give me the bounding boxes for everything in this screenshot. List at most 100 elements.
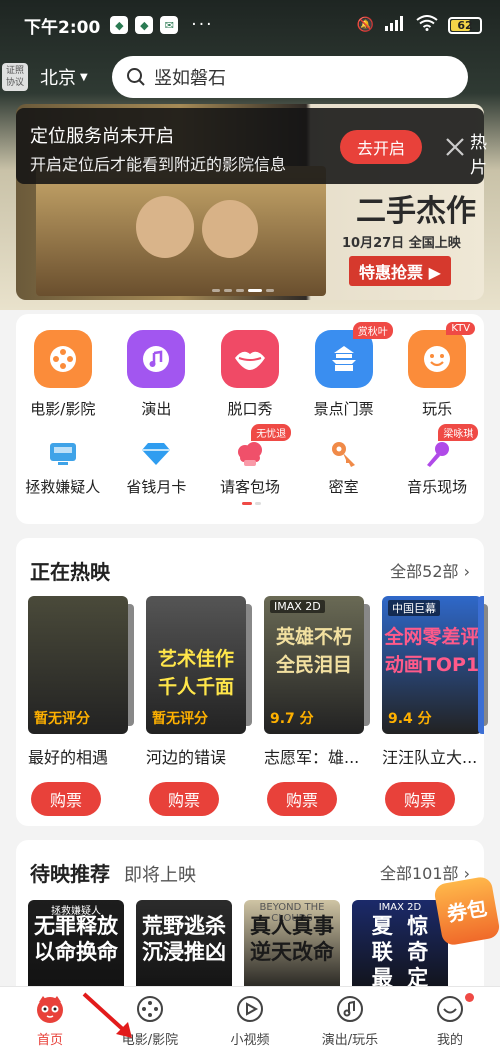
- banner-actor-image: [136, 196, 194, 258]
- poster-caption: 艺术佳作: [157, 648, 234, 670]
- poster-caption: 联 奇: [371, 940, 429, 964]
- category-pager: [242, 502, 261, 505]
- category-item-4[interactable]: 景点门票 赏秋叶: [297, 322, 393, 419]
- poster-caption: 动画TOP1: [384, 654, 480, 676]
- status-bar: 下午2:00 ◆ ◆ ✉ ··· 🔕 62: [0, 0, 500, 50]
- buy-ticket-button[interactable]: 购票: [149, 782, 219, 816]
- close-icon[interactable]: [444, 136, 466, 158]
- play-icon: [234, 993, 266, 1025]
- movie-poster[interactable]: 暂无评分: [28, 596, 128, 734]
- movie-poster[interactable]: 中国巨幕 全网零差评 动画TOP1 9.4 分: [382, 596, 482, 734]
- category-tag: 赏秋叶: [352, 322, 393, 339]
- poster-stack-shadow: [364, 604, 370, 726]
- nav-item-4[interactable]: 演出/玩乐: [300, 987, 400, 1050]
- movie-item[interactable]: 艺术佳作 千人千面 暂无评分 河边的错误 购票: [146, 596, 252, 816]
- category-item-row2-2[interactable]: 省钱月卡: [110, 438, 204, 497]
- now-showing-more-link[interactable]: 全部52部 ›: [390, 558, 470, 582]
- movie-name: 汪汪队立大...: [382, 748, 478, 767]
- upcoming-card: 待映推荐 即将上映 全部101部 › 拯救嫌疑人 无罪释放 以命换命 荒野逃杀 沉浸推凶…: [16, 840, 484, 1000]
- search-placeholder: 竖如磐石: [154, 68, 226, 89]
- category-label: 景点门票: [313, 400, 374, 418]
- buy-ticket-button[interactable]: 购票: [31, 782, 101, 816]
- category-tag: 梁咏琪: [438, 424, 479, 441]
- movie-item[interactable]: IMAX 2D 英雄不朽 全民泪目 9.7 分 志愿军：雄... 购票: [264, 596, 370, 816]
- bottom-navigation: 首页 电影/影院 小视频 演出/玩乐 我的: [0, 986, 500, 1050]
- category-tag: KTV: [446, 322, 476, 335]
- coupon-pack-button[interactable]: 券包: [433, 875, 500, 947]
- nav-label: 首页: [36, 1033, 63, 1048]
- category-item-row2-3[interactable]: 请客包场 无忧退: [203, 424, 297, 497]
- category-item-row2-4[interactable]: 密室: [297, 438, 391, 497]
- upcoming-poster[interactable]: IMAX 2D 夏 惊联 奇最 定: [352, 900, 448, 1000]
- movie-poster[interactable]: 艺术佳作千人千面 暂无评分: [146, 596, 246, 734]
- buy-ticket-button[interactable]: 购票: [385, 782, 455, 816]
- buy-ticket-button[interactable]: 购票: [267, 782, 337, 816]
- poster-caption: 真人真事: [250, 914, 334, 938]
- key-icon: [327, 438, 361, 470]
- category-item-2[interactable]: 演出: [110, 330, 204, 419]
- poster-caption: 沉浸推凶: [142, 940, 226, 964]
- upcoming-poster[interactable]: 荒野逃杀 沉浸推凶: [136, 900, 232, 1000]
- format-badge: IMAX 2D: [270, 600, 325, 613]
- category-item-5[interactable]: 玩乐 KTV: [390, 322, 484, 419]
- poster-caption: 荒野逃杀: [142, 914, 226, 938]
- category-card: 电影/影院 演出 脱口秀 景点门票 赏秋叶 玩乐 KTV 拯救嫌疑人 省钱月卡 …: [16, 314, 484, 524]
- movie-score: 暂无评分: [152, 711, 208, 727]
- cloud-icon: [233, 438, 267, 470]
- lips-icon: [220, 330, 279, 388]
- license-link[interactable]: 证照协议: [2, 63, 28, 91]
- nav-item-1[interactable]: 首页: [0, 987, 100, 1050]
- caret-down-icon: ▼: [80, 71, 88, 83]
- status-time: 下午2:00: [24, 17, 101, 38]
- tv-icon: [46, 438, 80, 470]
- category-item-row2-5[interactable]: 音乐现场 梁咏琪: [390, 424, 484, 497]
- diamond-icon: [139, 438, 173, 470]
- enable-location-button[interactable]: 去开启: [340, 130, 422, 164]
- poster-caption: 以命换命: [34, 940, 118, 964]
- banner-actor-image-2: [202, 200, 258, 258]
- hot-movies-edge-label: 热片: [470, 133, 487, 178]
- city-label: 北京: [40, 68, 76, 89]
- banner-promo-button[interactable]: 特惠抢票 ▶: [349, 256, 451, 286]
- nav-label: 电影/影院: [121, 1033, 179, 1048]
- toast-subtitle: 开启定位后才能看到附近的影院信息: [30, 155, 287, 174]
- more-notifications-icon: ···: [191, 15, 214, 35]
- poster-stack-shadow: [246, 604, 252, 726]
- category-label: 电影/影院: [30, 400, 96, 418]
- category-label: 演出: [141, 400, 172, 418]
- nav-item-2[interactable]: 电影/影院: [100, 987, 200, 1050]
- category-label: 密室: [328, 478, 359, 496]
- tab-coming-soon[interactable]: 即将上映: [124, 861, 196, 887]
- banner-pager: [212, 289, 274, 292]
- mute-icon: 🔕: [356, 17, 374, 33]
- category-item-1[interactable]: 电影/影院: [16, 330, 110, 419]
- movie-poster[interactable]: IMAX 2D 英雄不朽 全民泪目 9.7 分: [264, 596, 364, 734]
- upcoming-poster[interactable]: 拯救嫌疑人 无罪释放 以命换命: [28, 900, 124, 1000]
- format-badge: 中国巨幕: [388, 600, 440, 616]
- movie-item[interactable]: 中国巨幕 全网零差评 动画TOP1 9.4 分 汪汪队立大... 购票: [382, 596, 488, 816]
- category-label: 拯救嫌疑人: [25, 478, 101, 496]
- movie-score: 9.4 分: [388, 711, 432, 727]
- city-selector[interactable]: 北京 ▼: [40, 64, 88, 90]
- nav-item-3[interactable]: 小视频: [200, 987, 300, 1050]
- now-showing-title: 正在热映: [30, 560, 110, 584]
- shield-app-icon: ◆: [110, 16, 129, 34]
- tab-recommended[interactable]: 待映推荐: [30, 858, 110, 887]
- music-note-icon: [127, 330, 186, 388]
- smiley-icon: [434, 993, 466, 1025]
- category-item-row2-1[interactable]: 拯救嫌疑人: [16, 438, 110, 497]
- upcoming-poster[interactable]: BEYOND THE CLOUDS 真人真事 逆天改命: [244, 900, 340, 1000]
- nav-item-5[interactable]: 我的: [400, 987, 500, 1050]
- poster-caption: 千人千面: [157, 676, 234, 698]
- search-input[interactable]: 竖如磐石: [112, 56, 468, 98]
- film-reel-icon: [134, 993, 166, 1025]
- upcoming-tabs: 待映推荐 即将上映: [30, 858, 196, 887]
- category-item-3[interactable]: 脱口秀: [203, 330, 297, 419]
- movie-poster-partial[interactable]: [478, 596, 484, 734]
- smiley-icon: [408, 330, 467, 388]
- category-label: 请客包场: [219, 478, 280, 496]
- movie-item[interactable]: 暂无评分 最好的相遇 购票: [28, 596, 134, 816]
- cat-home-icon: [34, 993, 66, 1025]
- message-app-icon: ✉: [160, 16, 179, 34]
- movie-name: 志愿军：雄...: [264, 748, 360, 767]
